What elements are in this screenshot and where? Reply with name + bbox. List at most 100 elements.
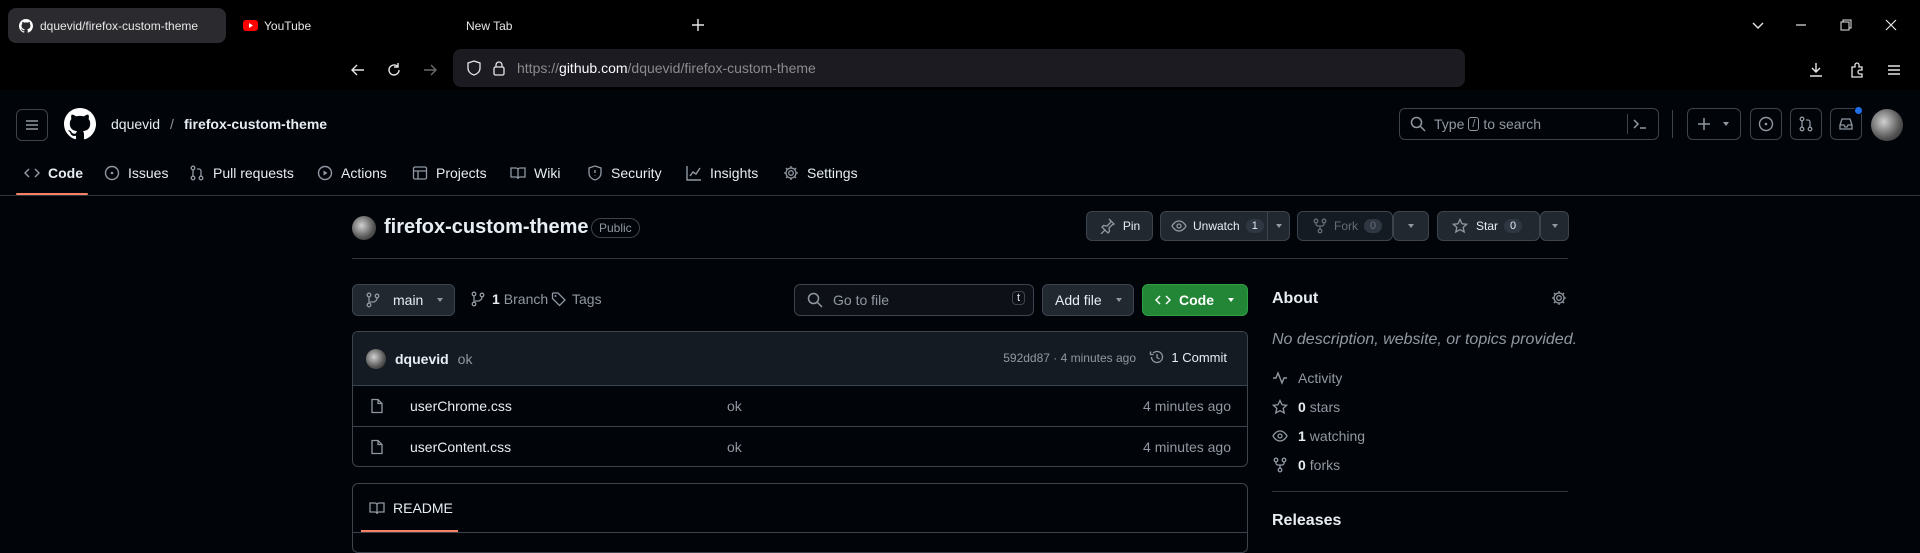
tab-code[interactable]: Code [24,160,83,185]
avatar[interactable] [1871,109,1903,141]
latest-commit-bar: dquevid ok 592dd87 · 4 minutes ago 1 Com… [353,332,1247,385]
repo-header-divider [352,258,1568,259]
issue-icon [104,165,120,180]
fork-count: 0 [1364,219,1383,233]
commit-sha-time[interactable]: 592dd87 · 4 minutes ago [1003,351,1136,365]
fork-button[interactable]: Fork 0 [1297,211,1393,241]
file-commit-message[interactable]: ok [727,398,742,414]
file-icon [371,439,383,455]
watching-link[interactable]: 1 watching [1272,428,1365,444]
tab-new-tab[interactable]: New Tab [456,8,656,43]
watching-label: watching [1309,428,1366,444]
pin-label: Pin [1122,219,1141,233]
shield-icon [588,164,602,181]
code-label: Code [1179,292,1214,308]
tab-label: Security [611,164,662,181]
commit-author-avatar[interactable] [366,348,386,369]
tab-actions[interactable]: Actions [317,160,387,185]
tab-issues[interactable]: Issues [104,160,168,185]
breadcrumb-repo[interactable]: firefox-custom-theme [184,116,327,132]
caret-down-icon[interactable] [1274,221,1284,231]
owner-avatar[interactable] [352,216,376,240]
pull-requests-button[interactable] [1790,108,1822,140]
minimize-icon[interactable] [1790,14,1812,36]
play-icon [317,165,333,180]
stars-link[interactable]: 0 stars [1272,399,1340,415]
forks-link[interactable]: 0 forks [1272,457,1340,473]
branch-select-button[interactable]: main [352,284,455,316]
new-tab-icon[interactable] [687,14,709,36]
star-dropdown-button[interactable] [1540,211,1569,241]
github-logo-icon[interactable] [64,108,96,140]
star-button[interactable]: Star 0 [1437,211,1540,241]
file-row[interactable]: userContent.css ok 4 minutes ago [353,426,1247,466]
close-window-icon[interactable] [1880,14,1902,36]
list-all-tabs-icon[interactable] [1747,14,1769,36]
tab-settings[interactable]: Settings [783,160,858,185]
lock-icon[interactable] [492,60,506,76]
watching-count: 1 [1298,428,1306,444]
restore-icon[interactable] [1835,14,1857,36]
command-palette-icon[interactable] [1632,116,1648,132]
pin-button[interactable]: Pin [1086,211,1153,241]
create-new-button[interactable] [1687,108,1741,140]
url-path: /dquevid/firefox-custom-theme [627,60,816,76]
issues-button[interactable] [1750,108,1782,140]
repo-title[interactable]: firefox-custom-theme [384,216,588,239]
url-bar[interactable]: https://github.com/dquevid/firefox-custo… [453,49,1465,87]
menu-icon[interactable] [1882,58,1906,82]
tab-projects[interactable]: Projects [412,160,487,185]
activity-link[interactable]: Activity [1272,370,1342,386]
fork-label: Fork [1334,219,1358,233]
file-commit-message[interactable]: ok [727,439,742,455]
tracking-protection-icon[interactable] [466,60,482,76]
caret-down-icon [1551,224,1558,228]
tab-github[interactable]: dquevid/firefox-custom-theme [8,8,226,43]
tab-youtube[interactable]: YouTube [232,8,432,43]
file-name[interactable]: userContent.css [410,439,511,455]
tags-link[interactable]: Tags [551,291,602,307]
file-row[interactable]: userChrome.css ok 4 minutes ago [353,385,1247,426]
star-icon [1272,399,1288,415]
add-file-button[interactable]: Add file [1042,284,1134,316]
back-icon[interactable] [346,58,370,82]
stars-label: stars [1309,399,1341,415]
eye-icon [1272,430,1288,442]
gear-icon [784,165,798,180]
branches-link[interactable]: 1 Branch [470,291,548,307]
commit-author[interactable]: dquevid [395,351,449,367]
url-scheme: https:// [517,60,560,76]
hamburger-menu-button[interactable] [16,109,48,141]
star-icon [1452,218,1468,234]
breadcrumb-owner[interactable]: dquevid [111,116,160,132]
downloads-icon[interactable] [1804,58,1828,82]
fork-icon [1273,457,1287,473]
unwatch-button[interactable]: Unwatch 1 [1160,211,1290,241]
readme-box: README [352,483,1248,553]
forward-icon[interactable] [418,58,442,82]
file-time: 4 minutes ago [1143,439,1231,455]
activity-label: Activity [1298,370,1343,386]
extensions-icon[interactable] [1845,58,1869,82]
header-divider [1672,110,1673,138]
tab-wiki[interactable]: Wiki [510,160,560,185]
tab-insights[interactable]: Insights [686,160,758,185]
file-name[interactable]: userChrome.css [410,398,512,414]
tab-security[interactable]: Security [587,160,662,185]
about-settings-icon[interactable] [1551,290,1567,306]
commit-message[interactable]: ok [458,351,473,367]
readme-tab[interactable]: README [369,500,453,516]
releases-title[interactable]: Releases [1272,512,1341,530]
commits-link[interactable]: 1 Commit [1149,349,1227,365]
code-dropdown-button[interactable]: Code [1142,284,1248,316]
tab-pull-requests[interactable]: Pull requests [189,160,294,185]
reload-icon[interactable] [382,58,406,82]
fork-dropdown-button[interactable] [1393,211,1429,241]
go-to-file-input[interactable]: Go to file t [794,284,1034,316]
code-icon [1155,295,1171,305]
github-favicon-icon [18,18,34,34]
search-suffix: to search [1483,116,1542,132]
branch-icon [471,291,485,307]
search-input[interactable]: Type / to search [1399,108,1659,140]
inbox-icon [1839,118,1853,130]
